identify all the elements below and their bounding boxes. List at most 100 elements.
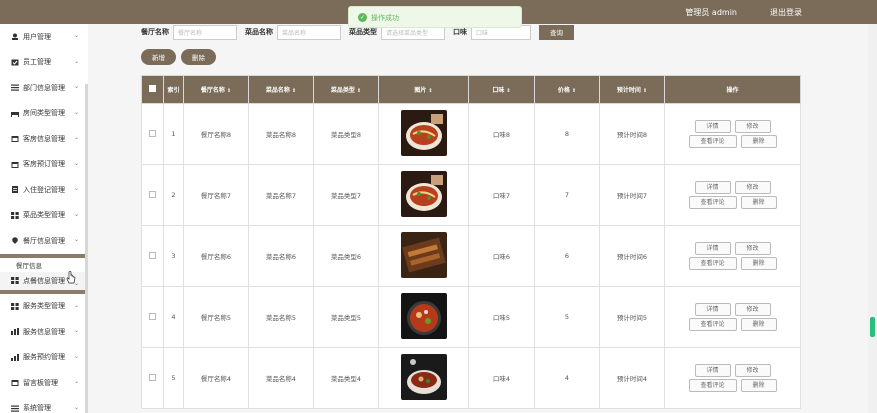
sidebar-item[interactable]: 留言板管理 ⌄ <box>0 370 88 396</box>
edit-button[interactable]: 修改 <box>734 120 771 133</box>
row-checkbox[interactable] <box>149 312 156 320</box>
dish-image[interactable] <box>400 232 447 278</box>
sort-icon[interactable]: ⇕ <box>428 88 432 94</box>
grid-icon <box>11 302 19 310</box>
column-header[interactable]: 口味 ⇕ <box>468 75 535 104</box>
dish-image[interactable] <box>400 110 447 156</box>
sidebar-item[interactable]: 服务信息管理 ⌄ <box>0 319 88 345</box>
chevron-down-icon: ⌄ <box>74 185 80 192</box>
delete-row-button[interactable]: 删除 <box>740 135 777 148</box>
success-toast: ✓ 操作成功 <box>348 6 522 28</box>
pin-icon <box>12 237 18 245</box>
index-cell: 4 <box>163 286 184 348</box>
taste-cell: 口味7 <box>468 164 535 226</box>
operations-cell: 详情 修改查看评论 删除 <box>664 103 801 165</box>
sidebar-item[interactable]: 部门信息管理 ⌄ <box>0 75 88 101</box>
dish-image[interactable] <box>400 293 447 339</box>
detail-button[interactable]: 详情 <box>694 364 731 377</box>
chevron-down-icon: ⌄ <box>74 352 80 360</box>
sidebar: 用户管理 ⌄ 员工管理 ⌄ 部门信息管理 ⌄ 房间类型管理 ⌄ 客房信息管理 ⌄ 客房预订管理 ⌄ 入住… <box>0 24 88 413</box>
edit-button[interactable]: 修改 <box>734 242 771 255</box>
column-header-label: 菜品名称 <box>265 87 290 94</box>
delete-row-button[interactable]: 删除 <box>740 379 777 392</box>
scroll-thumb[interactable] <box>870 317 875 337</box>
sidebar-item[interactable]: 房间类型管理 ⌄ <box>0 101 88 127</box>
row-checkbox[interactable] <box>149 190 156 198</box>
row-checkbox[interactable] <box>149 251 156 259</box>
restaurant-cell: 餐厅名称4 <box>183 347 249 409</box>
sidebar-item[interactable]: 客房预订管理 ⌄ <box>0 152 88 178</box>
view-review-button[interactable]: 查看评论 <box>688 318 737 331</box>
table-row: 1 餐厅名称8 菜品名称8 菜品类型8 口味8 8 预计时间8 详情 修改 查看评论 删除 <box>141 103 801 165</box>
view-review-button[interactable]: 查看评论 <box>688 257 737 270</box>
dish-image[interactable] <box>400 171 447 217</box>
sort-icon[interactable]: ⇕ <box>227 88 231 94</box>
column-header[interactable]: 预计时间 ⇕ <box>599 75 665 104</box>
row-select-cell <box>141 347 164 409</box>
sort-icon[interactable]: ⇕ <box>643 88 647 94</box>
price-cell: 7 <box>534 164 600 226</box>
detail-button[interactable]: 详情 <box>694 120 731 133</box>
sidebar-item[interactable]: 员工管理 ⌄ <box>0 50 88 76</box>
sidebar-item[interactable]: 入住登记管理 ⌄ <box>0 177 88 203</box>
column-header: 索引 <box>163 75 184 104</box>
column-header[interactable]: 菜品名称 ⇕ <box>248 75 314 104</box>
sidebar-subitem[interactable]: 餐厅信息 <box>0 258 88 272</box>
edit-button[interactable]: 修改 <box>734 181 771 194</box>
delete-row-button[interactable]: 删除 <box>740 318 777 331</box>
add-button[interactable]: 新增 <box>141 49 176 65</box>
sidebar-item[interactable]: 服务类型管理 ⌄ <box>0 294 88 320</box>
table-row: 4 餐厅名称5 菜品名称5 菜品类型5 口味5 5 预计时间5 详情 修改 查看评论 删除 <box>141 286 801 348</box>
delete-row-button[interactable]: 删除 <box>740 196 777 209</box>
sidebar-item[interactable]: 餐厅信息管理 ⌄ <box>0 228 88 254</box>
admin-user-label: 管理员 admin <box>685 8 737 17</box>
sidebar-item[interactable]: 服务预约管理 ⌄ <box>0 345 88 371</box>
detail-button[interactable]: 详情 <box>694 303 731 316</box>
time-cell: 预计时间7 <box>599 164 665 226</box>
taste-cell: 口味6 <box>468 225 535 287</box>
dish-image[interactable] <box>400 354 447 400</box>
view-review-button[interactable]: 查看评论 <box>688 135 737 148</box>
detail-button[interactable]: 详情 <box>694 181 731 194</box>
dish-type-cell: 菜品类型4 <box>313 347 379 409</box>
column-header-label: 索引 <box>167 87 180 94</box>
edit-button[interactable]: 修改 <box>734 364 771 377</box>
search-input[interactable]: 餐厅名称 <box>173 24 237 40</box>
delete-row-button[interactable]: 删除 <box>740 257 777 270</box>
sort-icon[interactable]: ⇕ <box>572 88 576 94</box>
sidebar-item[interactable]: 客房信息管理 ⌄ <box>0 126 88 152</box>
sort-icon[interactable]: ⇕ <box>357 88 361 94</box>
column-header[interactable]: 菜品类型 ⇕ <box>313 75 379 104</box>
index-cell: 2 <box>163 164 184 226</box>
edit-button[interactable]: 修改 <box>734 303 771 316</box>
view-review-button[interactable]: 查看评论 <box>688 379 737 392</box>
operations-cell: 详情 修改查看评论 删除 <box>664 347 801 409</box>
bar-icon <box>11 353 19 361</box>
column-header[interactable]: 餐厅名称 ⇕ <box>183 75 249 104</box>
sidebar-item[interactable]: 菜品类型管理 ⌄ <box>0 203 88 229</box>
row-checkbox[interactable] <box>149 373 156 381</box>
sidebar-item[interactable]: 用户管理 ⌄ <box>0 24 88 50</box>
column-header-label: 餐厅名称 <box>200 87 225 94</box>
column-header[interactable]: 价格 ⇕ <box>534 75 600 104</box>
row-checkbox[interactable] <box>149 129 156 137</box>
sort-icon[interactable]: ⇕ <box>292 88 296 94</box>
chevron-down-icon: ⌄ <box>74 134 80 141</box>
search-input[interactable]: 菜品名称 <box>277 24 341 40</box>
sidebar-item[interactable]: 系统管理 ⌄ <box>0 396 88 413</box>
calendar-icon <box>11 380 19 387</box>
detail-button[interactable]: 详情 <box>694 242 731 255</box>
column-header-label: 菜品类型 <box>330 87 355 94</box>
chevron-down-icon: ⌄ <box>74 301 80 309</box>
page-scrollbar[interactable] <box>868 24 877 413</box>
logout-link[interactable]: 退出登录 <box>770 7 802 18</box>
hand-cursor-icon <box>66 271 76 284</box>
batch-delete-button[interactable]: 删除 <box>181 49 216 65</box>
sort-icon[interactable]: ⇕ <box>506 88 510 94</box>
column-header-label: 价格 <box>557 87 570 94</box>
sidebar-item-label: 入住登记管理 <box>23 185 65 194</box>
search-button[interactable]: 查询 <box>539 24 574 40</box>
select-all-checkbox[interactable] <box>149 85 156 92</box>
search-label: 菜品类型 <box>349 28 377 36</box>
view-review-button[interactable]: 查看评论 <box>688 196 737 209</box>
